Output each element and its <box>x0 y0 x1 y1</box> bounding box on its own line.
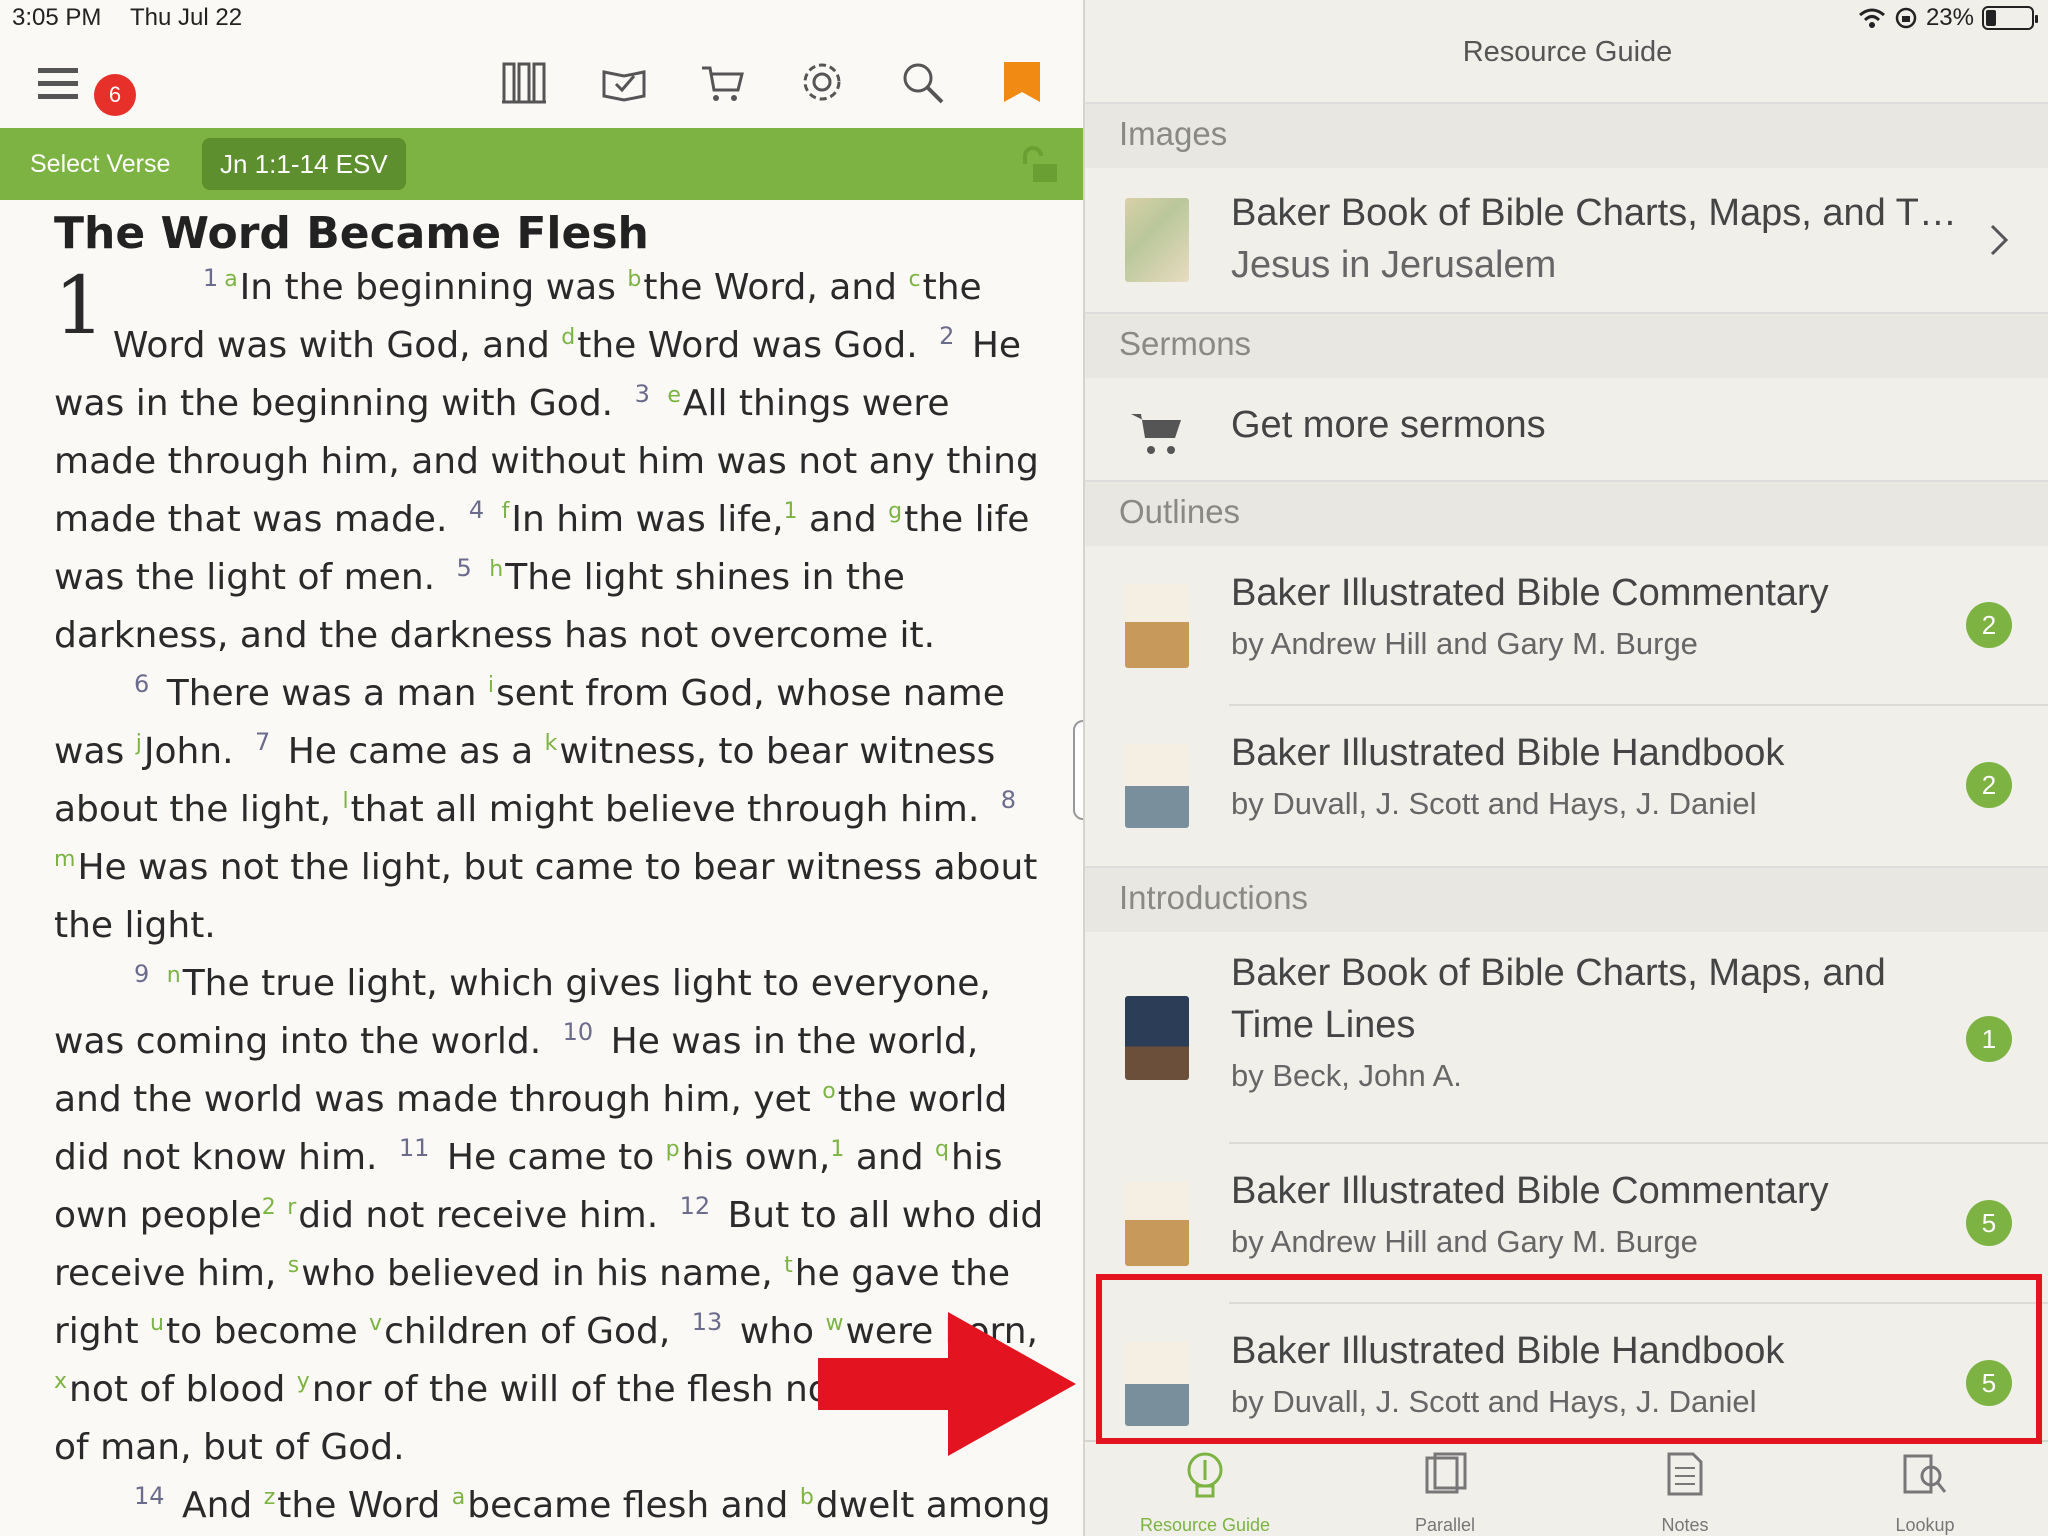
get-more-sermons-link: Get more sermons <box>1231 404 1546 446</box>
tab-label: Resource Guide <box>1139 1515 1271 1535</box>
cart-icon <box>1131 414 1181 454</box>
open-book-check-icon <box>602 70 646 102</box>
section-heading: The Word Became Flesh <box>54 208 649 259</box>
battery-icon <box>1982 6 2038 30</box>
status-time: 3:05 PM <box>12 4 102 31</box>
list-item-outline[interactable]: Baker Illustrated Bible Handbook by Duva… <box>1085 706 2048 866</box>
list-item-outline[interactable]: Baker Illustrated Bible Commentary by An… <box>1085 546 2048 706</box>
item-author: by Andrew Hill and Gary M. Burge <box>1231 1224 1698 1259</box>
book-cover-thumbnail <box>1125 1182 1189 1266</box>
section-header-introductions: Introductions <box>1085 866 2048 932</box>
red-highlight-annotation <box>1096 1274 2042 1444</box>
status-indicators: 23% <box>1858 4 2038 32</box>
library-button[interactable] <box>500 58 552 110</box>
item-author: by Duvall, J. Scott and Hays, J. Daniel <box>1231 786 1757 821</box>
reading-plan-button[interactable] <box>600 58 652 110</box>
resource-list: Images Baker Book of Bible Charts, Maps,… <box>1085 102 2048 1442</box>
book-cover-thumbnail <box>1125 996 1189 1080</box>
unlock-button[interactable] <box>1017 142 1061 186</box>
item-title: Baker Book of Bible Charts, Maps, and T… <box>1231 192 1957 234</box>
tab-parallel[interactable]: Parallel <box>1325 1442 1565 1536</box>
section-header-images: Images <box>1085 102 2048 168</box>
battery-level <box>1986 10 1996 26</box>
top-toolbar: 6 <box>0 40 1083 128</box>
bookmark-button[interactable] <box>1000 58 1052 110</box>
count-badge: 1 <box>1966 1016 2012 1062</box>
library-icon <box>502 62 546 104</box>
verse-bar: Select Verse Jn 1:1-14 ESV <box>0 128 1083 200</box>
lookup-icon <box>1903 1454 1947 1494</box>
item-author: by Andrew Hill and Gary M. Burge <box>1231 626 1698 661</box>
select-verse-button[interactable]: Select Verse <box>30 150 170 179</box>
tab-label: Notes <box>1661 1515 1709 1535</box>
cart-icon <box>702 66 744 101</box>
book-cover-thumbnail <box>1125 744 1189 828</box>
orientation-lock-icon <box>1895 7 1917 29</box>
settings-button[interactable] <box>798 58 850 110</box>
wifi-icon <box>1858 8 1885 28</box>
count-badge: 5 <box>1966 1200 2012 1246</box>
section-header-outlines: Outlines <box>1085 480 2048 546</box>
menu-button[interactable]: 6 <box>36 60 136 116</box>
tab-label: Lookup <box>1895 1515 1955 1535</box>
bookmark-icon <box>1004 62 1040 102</box>
list-item-image[interactable]: Baker Book of Bible Charts, Maps, and T…… <box>1085 168 2048 312</box>
count-badge: 2 <box>1966 602 2012 648</box>
notes-icon <box>1667 1452 1703 1496</box>
book-cover-thumbnail <box>1125 584 1189 668</box>
item-title: Baker Illustrated Bible Commentary <box>1231 572 1829 614</box>
unlock-icon <box>1023 146 1057 182</box>
tab-notes[interactable]: Notes <box>1565 1442 1805 1536</box>
list-item-introduction[interactable]: Baker Book of Bible Charts, Maps, and Ti… <box>1085 932 2048 1144</box>
bible-pane: 3:05 PM Thu Jul 22 6 Select Verse Jn 1:1… <box>0 0 1083 1536</box>
tab-lookup[interactable]: Lookup <box>1805 1442 2045 1536</box>
notification-badge: 6 <box>94 74 136 116</box>
search-icon <box>903 63 944 104</box>
tab-resource-guide[interactable]: Resource Guide <box>1085 1442 1325 1536</box>
red-arrow-annotation <box>818 1312 1076 1456</box>
bottom-tab-bar: Resource Guide Parallel Notes Lookup <box>1085 1440 2048 1536</box>
get-more-sermons-row[interactable]: Get more sermons <box>1085 378 2048 480</box>
item-title-line2: Time Lines <box>1231 1004 1416 1046</box>
hamburger-icon <box>38 68 78 99</box>
item-author: by Beck, John A. <box>1231 1058 1462 1093</box>
gear-icon <box>803 63 841 101</box>
map-thumbnail <box>1125 198 1189 282</box>
reference-picker[interactable]: Jn 1:1-14 ESV <box>202 138 406 190</box>
lightbulb-icon <box>1187 1452 1223 1498</box>
store-button[interactable] <box>698 58 750 110</box>
books-icon <box>1425 1452 1467 1494</box>
battery-percent: 23% <box>1925 4 1974 31</box>
item-title-line1: Baker Book of Bible Charts, Maps, and <box>1231 952 1886 994</box>
count-badge: 2 <box>1966 762 2012 808</box>
search-button[interactable] <box>898 58 950 110</box>
section-header-sermons: Sermons <box>1085 312 2048 378</box>
item-subtitle: Jesus in Jerusalem <box>1231 244 1557 286</box>
pane-title: Resource Guide <box>1462 36 1673 68</box>
chevron-right-icon <box>1990 224 2009 256</box>
chapter-number: 1 <box>54 259 105 352</box>
item-title: Baker Illustrated Bible Handbook <box>1231 732 1785 774</box>
status-date: Thu Jul 22 <box>130 4 243 31</box>
item-title: Baker Illustrated Bible Commentary <box>1231 1170 1829 1212</box>
tab-label: Parallel <box>1414 1515 1476 1535</box>
